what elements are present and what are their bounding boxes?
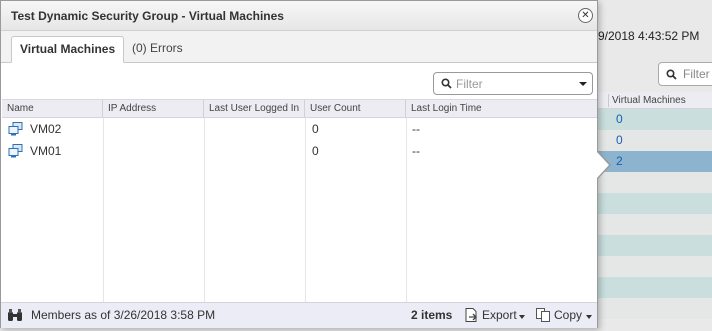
chevron-down-icon: [519, 315, 525, 319]
background-filter-placeholder: Filter: [683, 67, 710, 81]
background-row[interactable]: [598, 172, 712, 193]
tab-errors[interactable]: (0) Errors: [124, 36, 191, 63]
table-body: VM02 0 -- VM01 0 --: [2, 118, 597, 302]
export-icon: [463, 307, 479, 326]
vm-last-login: --: [412, 122, 420, 136]
tab-virtual-machines[interactable]: Virtual Machines: [11, 36, 125, 63]
virtual-machines-dialog: Test Dynamic Security Group - Virtual Ma…: [0, 0, 598, 328]
vm-table: Name IP Address Last User Logged In User…: [2, 99, 597, 302]
export-button[interactable]: Export: [463, 306, 529, 326]
copy-label: Copy: [554, 308, 583, 322]
background-row[interactable]: 0: [598, 109, 712, 130]
dialog-title: Test Dynamic Security Group - Virtual Ma…: [11, 9, 284, 23]
table-row[interactable]: VM01 0 --: [2, 140, 597, 162]
background-row[interactable]: [598, 298, 712, 319]
column-header-last-user[interactable]: Last User Logged In: [204, 100, 305, 118]
background-row[interactable]: [598, 193, 712, 214]
copy-button[interactable]: Copy: [535, 306, 595, 326]
background-row[interactable]: [598, 277, 712, 298]
background-table: Virtual Machines 0 0 2: [598, 92, 712, 319]
table-row[interactable]: VM02 0 --: [2, 118, 597, 140]
tab-strip: Virtual Machines (0) Errors: [1, 31, 597, 63]
column-separator: [608, 94, 609, 107]
background-filter-input[interactable]: Filter: [658, 62, 712, 86]
binoculars-icon: [7, 308, 23, 325]
table-header: Name IP Address Last User Logged In User…: [2, 99, 597, 118]
export-label: Export: [482, 308, 517, 322]
chevron-down-icon: [586, 315, 592, 319]
copy-icon: [535, 307, 551, 326]
search-icon: [441, 78, 452, 92]
vm-user-count: 0: [312, 144, 319, 158]
chevron-down-icon[interactable]: [579, 82, 587, 86]
background-row[interactable]: [598, 256, 712, 277]
column-header-ip-address[interactable]: IP Address: [103, 100, 204, 118]
background-row[interactable]: [598, 214, 712, 235]
dialog-pointer-fill: [596, 151, 609, 179]
background-column-header[interactable]: Virtual Machines: [598, 92, 712, 109]
column-header-last-login[interactable]: Last Login Time: [406, 100, 597, 118]
column-header-user-count[interactable]: User Count: [305, 100, 406, 118]
dialog-title-bar: Test Dynamic Security Group - Virtual Ma…: [1, 1, 597, 31]
virtual-machine-icon: [8, 144, 23, 161]
vm-last-login: --: [412, 144, 420, 158]
vm-user-count: 0: [312, 122, 319, 136]
dialog-footer: Members as of 3/26/2018 3:58 PM 2 items …: [1, 302, 597, 328]
background-row[interactable]: 0: [598, 130, 712, 151]
vm-name[interactable]: VM01: [30, 140, 61, 162]
background-timestamp: 9/2018 4:43:52 PM: [598, 29, 700, 43]
background-row[interactable]: [598, 235, 712, 256]
column-header-name[interactable]: Name: [2, 100, 103, 118]
virtual-machine-icon: [8, 122, 23, 139]
close-icon[interactable]: ✕: [578, 8, 593, 23]
filter-input-container[interactable]: [433, 72, 593, 95]
vm-name[interactable]: VM02: [30, 118, 61, 140]
items-count: 2 items: [411, 308, 453, 322]
filter-input[interactable]: [456, 75, 574, 92]
members-timestamp: Members as of 3/26/2018 3:58 PM: [31, 308, 216, 322]
background-row-selected[interactable]: 2: [598, 151, 712, 172]
background-column-label: Virtual Machines: [612, 95, 686, 106]
search-icon: [666, 69, 677, 83]
